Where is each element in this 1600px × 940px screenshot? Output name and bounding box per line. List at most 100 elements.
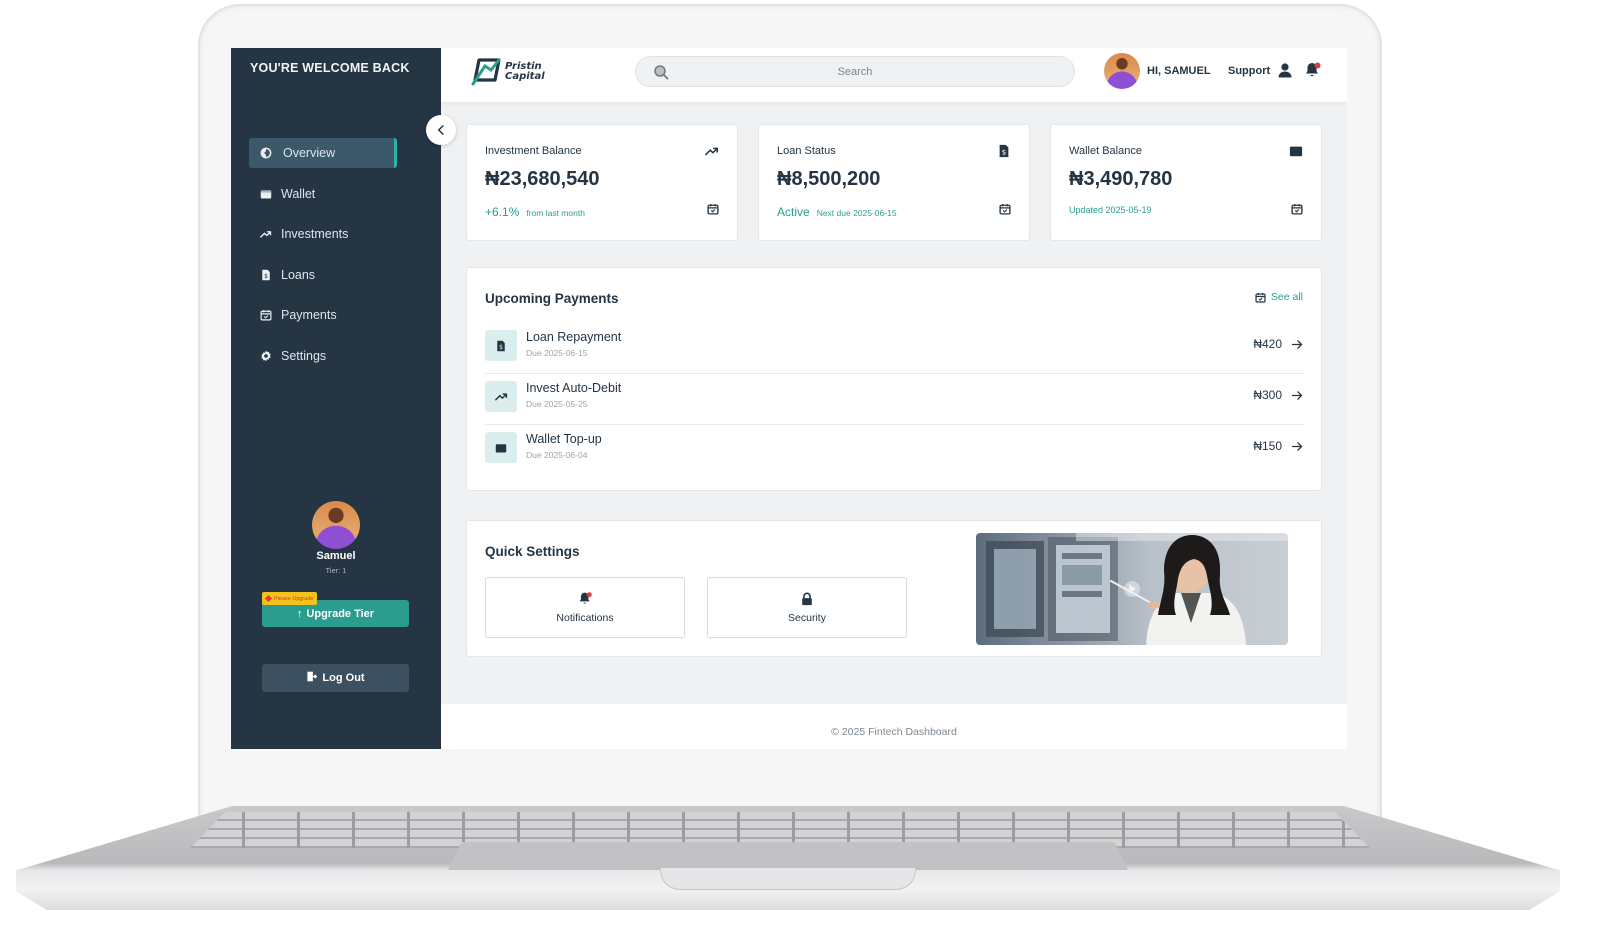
stat-value: ₦3,490,780	[1069, 168, 1173, 190]
sidebar-avatar[interactable]	[312, 501, 360, 549]
payment-due: Due 2025-05-25	[526, 399, 588, 409]
sidebar-item-settings[interactable]: Settings	[249, 341, 397, 371]
sidebar-item-investments[interactable]: Investments	[249, 219, 397, 249]
user-support-icon[interactable]	[1277, 62, 1293, 78]
sidebar-item-label: Settings	[281, 348, 327, 363]
loan-document-icon: $	[259, 268, 273, 282]
promo-video-thumbnail[interactable]	[976, 533, 1288, 645]
payment-icon-box	[485, 381, 517, 412]
see-all-label: See all	[1270, 291, 1303, 303]
logout-button[interactable]: Log Out	[262, 664, 409, 692]
arrow-right-icon[interactable]	[1291, 389, 1304, 402]
calendar-check-icon	[259, 308, 273, 322]
payment-amount: ₦420	[1253, 337, 1282, 351]
trending-up-icon	[705, 147, 719, 156]
topbar: Pristin Capital HI, SAMUEL Support	[441, 48, 1347, 102]
calendar-check-icon	[1255, 292, 1266, 303]
calendar-check-icon[interactable]	[707, 203, 719, 215]
please-upgrade-badge: Please Upgrade	[262, 592, 318, 605]
arrow-up-icon: ↑	[296, 607, 303, 620]
sidebar-nav: Overview Wallet Investments $ Loans Paym…	[249, 138, 397, 381]
payment-row[interactable]: Wallet Top-up Due 2025-06-04 ₦150	[485, 426, 1304, 476]
calendar-check-icon[interactable]	[1291, 203, 1303, 215]
trending-up-icon	[259, 227, 273, 241]
profile-tier: Tier: 1	[325, 566, 347, 575]
user-greeting: HI, SAMUEL	[1147, 65, 1211, 77]
payment-row[interactable]: Invest Auto-Debit Due 2025-05-25 ₦300	[485, 375, 1304, 425]
notifications-label: Notifications	[556, 612, 614, 624]
loan-next-due: Next due 2025-06-15	[816, 208, 897, 218]
profile-name: Samuel	[316, 550, 356, 562]
stat-footer: Updated 2025-05-19	[1069, 205, 1152, 215]
stat-title: Loan Status	[777, 145, 836, 157]
quick-settings-title: Quick Settings	[485, 544, 580, 559]
loan-status-label: Active	[777, 205, 810, 219]
payment-name: Wallet Top-up	[526, 432, 602, 446]
payment-due: Due 2025-06-15	[526, 348, 588, 358]
see-all-link[interactable]: See all	[1255, 291, 1303, 303]
warning-diamond-icon	[264, 594, 273, 603]
sidebar-item-wallet[interactable]: Wallet	[249, 179, 397, 209]
payment-row[interactable]: $ Loan Repayment Due 2025-06-15 ₦420	[485, 324, 1304, 374]
stat-value: ₦23,680,540	[485, 168, 600, 190]
overview-icon	[259, 146, 273, 160]
stat-card-wallet[interactable]: Wallet Balance ₦3,490,780 Updated 2025-0…	[1050, 124, 1322, 241]
user-avatar[interactable]	[1104, 53, 1140, 89]
wallet-updated: Updated 2025-05-19	[1069, 205, 1152, 215]
sidebar-item-label: Payments	[281, 308, 337, 322]
welcome-text: YOU'RE WELCOME BACK	[250, 61, 410, 75]
security-setting-button[interactable]: Security	[707, 577, 907, 638]
collapse-sidebar-button[interactable]	[426, 115, 456, 145]
svg-text:$: $	[264, 273, 268, 280]
search-bar[interactable]	[635, 56, 1075, 87]
loan-document-icon: $	[497, 340, 505, 351]
stat-card-investment[interactable]: Investment Balance ₦23,680,540 +6.1% fro…	[466, 124, 738, 241]
svg-text:$: $	[499, 344, 503, 351]
payment-due: Due 2025-06-04	[526, 450, 588, 460]
stat-title: Investment Balance	[485, 145, 582, 157]
stat-title: Wallet Balance	[1069, 145, 1142, 157]
support-link[interactable]: Support	[1228, 65, 1270, 77]
payment-icon-box: $	[485, 330, 517, 361]
trending-up-icon	[494, 393, 507, 401]
logo-mark-icon	[471, 58, 501, 86]
payment-icon-box	[485, 432, 517, 463]
wallet-icon	[495, 443, 507, 452]
upcoming-payments-title: Upcoming Payments	[485, 291, 619, 306]
stat-card-loan[interactable]: Loan Status $ ₦8,500,200 Active Next due…	[758, 124, 1030, 241]
stat-value: ₦8,500,200	[777, 168, 881, 190]
sidebar-item-loans[interactable]: $ Loans	[249, 260, 397, 290]
payment-name: Loan Repayment	[526, 330, 622, 344]
logout-label: Log Out	[322, 672, 365, 684]
search-input[interactable]	[636, 65, 1074, 78]
arrow-right-icon[interactable]	[1291, 338, 1304, 351]
payment-name: Invest Auto-Debit	[526, 381, 622, 395]
sidebar-item-label: Investments	[281, 227, 349, 241]
stat-footer: +6.1% from last month	[485, 205, 585, 219]
calendar-check-icon[interactable]	[999, 203, 1011, 215]
laptop-trackpad-edge	[448, 842, 1128, 870]
search-icon	[654, 65, 669, 80]
promo-image-illustration	[986, 533, 1288, 645]
footer: © 2025 Fintech Dashboard	[441, 704, 1347, 749]
wallet-icon	[259, 187, 273, 201]
app-screen: YOU'RE WELCOME BACK Overview Wallet Inve…	[231, 48, 1347, 749]
arrow-right-icon[interactable]	[1291, 440, 1304, 453]
sidebar-item-overview[interactable]: Overview	[249, 138, 397, 168]
svg-text:$: $	[1002, 149, 1006, 157]
notification-bell-icon[interactable]	[1304, 61, 1322, 79]
please-upgrade-label: Please Upgrade	[274, 595, 314, 602]
sidebar-item-label: Overview	[283, 146, 336, 160]
notifications-setting-button[interactable]: Notifications	[485, 577, 685, 638]
sidebar: YOU'RE WELCOME BACK Overview Wallet Inve…	[231, 48, 441, 749]
bell-icon	[579, 592, 592, 604]
brand-logo[interactable]: Pristin Capital	[471, 54, 561, 90]
payment-amount: ₦300	[1253, 388, 1282, 402]
upcoming-payments-card: Upcoming Payments See all $ Loan Repayme…	[466, 267, 1322, 491]
quick-settings-card: Quick Settings Notifications Security	[466, 520, 1322, 657]
wallet-icon	[1289, 146, 1303, 157]
gear-icon	[259, 349, 273, 363]
loan-document-icon: $	[999, 144, 1009, 158]
stat-change: +6.1%	[485, 205, 520, 219]
sidebar-item-payments[interactable]: Payments	[249, 300, 397, 330]
